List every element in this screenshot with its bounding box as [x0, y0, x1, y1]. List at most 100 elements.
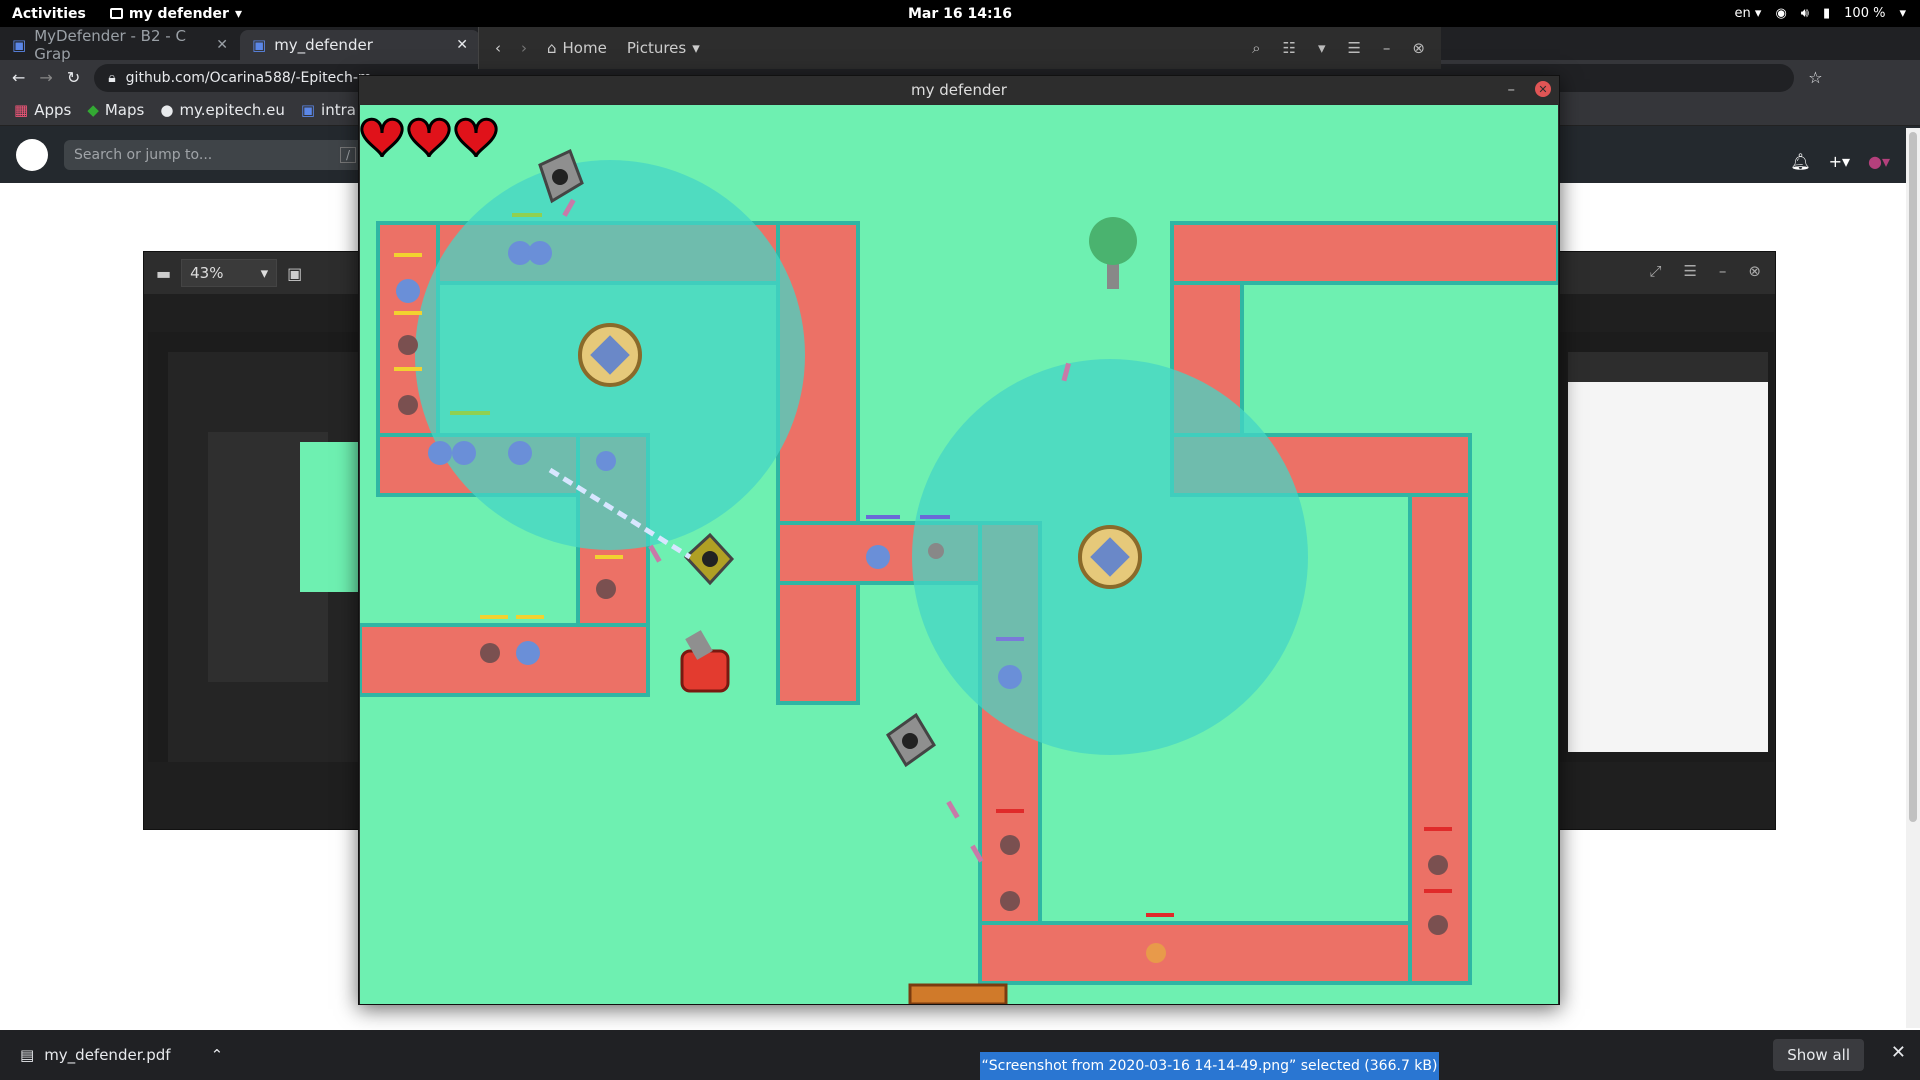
tab-title: MyDefender - B2 - C Grap [34, 27, 186, 63]
close-tab-icon[interactable]: ✕ [216, 37, 228, 53]
breadcrumb-label: Pictures [626, 39, 687, 57]
app-icon [109, 8, 123, 19]
view-list-icon[interactable]: ☷ [1282, 39, 1295, 57]
browser-tab-active[interactable]: ▣ my_defender ✕ [240, 30, 480, 60]
battery-label: 100 % [1844, 6, 1886, 21]
pdf-file-icon: ▤ [20, 1046, 35, 1064]
breadcrumb-label: Home [562, 39, 607, 57]
close-icon[interactable]: ⊗ [1748, 262, 1761, 280]
file-manager-actions: ⌕ ☷ ▾ ☰ – ⊗ [1252, 39, 1425, 57]
game-window: my defender – ✕ [358, 75, 1560, 1005]
language-label: en [1734, 6, 1751, 21]
app-menu-label: my defender [128, 5, 229, 22]
github-actions: 🔔︎ +▾ ●▾ [1790, 152, 1890, 171]
cannon-tower[interactable] [683, 532, 735, 586]
star-icon[interactable]: ☆ [1808, 68, 1822, 87]
viewer-window-controls: ⤢ ☰ – ⊗ [1649, 262, 1761, 280]
minimize-icon[interactable]: – [1383, 39, 1391, 57]
bookmark-apps[interactable]: ▦ Apps [14, 101, 71, 119]
browser-tab[interactable]: ▣ MyDefender - B2 - C Grap ✕ [0, 27, 240, 63]
tab-title: my_defender [274, 36, 373, 54]
bookmark-epitech[interactable]: ● my.epitech.eu [160, 101, 285, 119]
menu-icon[interactable]: ☰ [1683, 262, 1696, 280]
download-item[interactable]: ▤ my_defender.pdf ⌃ [20, 1046, 223, 1064]
tab-favicon-icon: ▣ [252, 36, 267, 54]
chevron-down-icon: ▾ [692, 39, 700, 57]
tree [1089, 217, 1137, 289]
fullscreen-icon[interactable]: ⤢ [1649, 262, 1661, 280]
close-icon[interactable]: ✕ [1535, 81, 1551, 97]
back-icon[interactable]: ← [12, 68, 25, 87]
forward-icon[interactable]: → [39, 68, 52, 87]
bookmark-label: Maps [104, 101, 145, 119]
chevron-up-icon[interactable]: ⌃ [211, 1046, 224, 1064]
search-placeholder: Search or jump to... [74, 146, 213, 163]
wifi-icon: ◉ [1775, 6, 1787, 21]
chevron-down-icon[interactable]: ▾ [1318, 39, 1326, 57]
bookmark-intra[interactable]: ▣ intra [301, 101, 356, 119]
window-title: my defender [911, 81, 1007, 99]
bookmark-label: Apps [34, 101, 72, 119]
lock-icon: 🔒︎ [108, 69, 116, 86]
zoom-value: 43% [190, 264, 224, 282]
avatar[interactable]: ●▾ [1868, 152, 1890, 171]
breadcrumb-home[interactable]: ⌂ Home [547, 39, 607, 57]
chevron-down-icon: ▾ [234, 5, 242, 22]
breadcrumb-pictures[interactable]: Pictures ▾ [627, 39, 700, 57]
intra-icon: ▣ [300, 101, 316, 119]
system-tray[interactable]: en ▾ ◉ 🔊︎ ▮ 100 % ▾ [1735, 6, 1906, 21]
close-icon[interactable]: ✕ [1891, 1042, 1906, 1063]
bookmark-label: intra [321, 101, 356, 119]
minimize-icon[interactable]: – [1719, 262, 1727, 280]
downloads-bar: ▤ my_defender.pdf ⌃ Show all ✕ [0, 1030, 1920, 1080]
volume-icon: 🔊︎ [1800, 6, 1809, 21]
lives-hearts [360, 117, 498, 158]
close-icon[interactable]: ⊗ [1412, 39, 1425, 57]
player-base [908, 983, 1008, 1004]
page-scrollbar[interactable] [1906, 128, 1920, 1028]
app-menu[interactable]: my defender ▾ [109, 5, 242, 22]
apps-grid-icon: ▦ [14, 101, 29, 119]
heart-icon [360, 117, 404, 158]
forward-icon[interactable]: › [521, 39, 527, 57]
search-shortcut-badge: / [339, 146, 356, 163]
github-search-input[interactable]: Search or jump to... / [64, 139, 364, 170]
back-icon[interactable]: ‹ [495, 39, 501, 57]
reload-icon[interactable]: ↻ [67, 68, 80, 87]
plus-icon[interactable]: +▾ [1829, 152, 1850, 171]
chevron-down-icon: ▾ [260, 264, 269, 282]
game-canvas[interactable] [360, 105, 1558, 1004]
battery-icon: ▮ [1823, 6, 1831, 21]
heart-icon [407, 117, 451, 158]
chevron-down-icon: ▾ [1899, 6, 1906, 21]
selection-toast: “Screenshot from 2020-03-16 14-14-49.png… [980, 1052, 1439, 1080]
gnome-top-bar: Activities my defender ▾ Mar 16 14:16 en… [0, 0, 1920, 27]
heart-icon [454, 117, 498, 158]
bookmark-label: my.epitech.eu [179, 101, 285, 119]
cannon-tower[interactable] [886, 712, 936, 768]
bell-icon[interactable]: 🔔︎ [1790, 152, 1810, 171]
zoom-select[interactable]: 43% ▾ [181, 259, 278, 287]
language-indicator[interactable]: en ▾ [1735, 6, 1762, 21]
crystal-tower[interactable] [578, 323, 642, 387]
epitech-icon: ● [160, 101, 174, 119]
crystal-tower[interactable] [1078, 525, 1142, 589]
zoom-in-icon[interactable]: ▣ [287, 264, 302, 283]
activities-button[interactable]: Activities [12, 6, 86, 22]
minimize-icon[interactable]: – [1508, 80, 1516, 98]
show-all-button[interactable]: Show all [1773, 1039, 1864, 1071]
game-titlebar: my defender – ✕ [359, 76, 1559, 104]
github-logo-icon[interactable] [16, 138, 48, 171]
tab-favicon-icon: ▣ [12, 36, 27, 54]
bookmark-maps[interactable]: ◆ Maps [87, 101, 144, 119]
zoom-out-icon[interactable]: ▬ [156, 264, 171, 283]
red-cannon-tower[interactable] [680, 630, 730, 693]
scrollbar-thumb[interactable] [1909, 132, 1917, 822]
maps-pin-icon: ◆ [87, 101, 99, 119]
home-icon: ⌂ [547, 39, 557, 57]
url-text: github.com/Ocarina588/-Epitech-m [125, 69, 372, 86]
menu-icon[interactable]: ☰ [1347, 39, 1360, 57]
search-icon[interactable]: ⌕ [1252, 39, 1260, 57]
close-tab-icon[interactable]: ✕ [456, 37, 468, 53]
clock[interactable]: Mar 16 14:16 [908, 6, 1012, 22]
